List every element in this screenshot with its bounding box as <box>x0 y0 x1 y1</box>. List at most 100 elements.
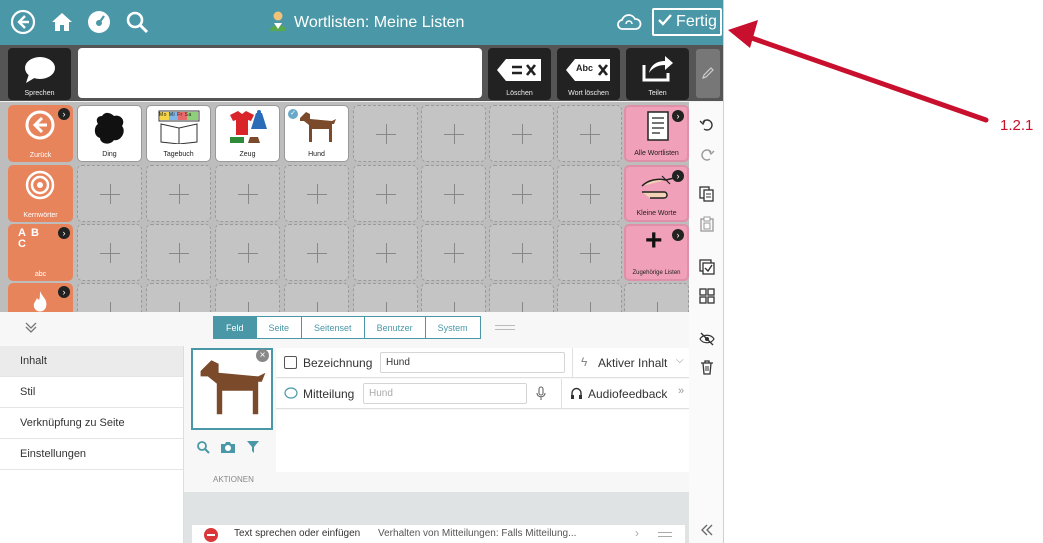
cloud-sync-icon[interactable] <box>614 7 644 37</box>
copy-icon[interactable] <box>697 184 717 204</box>
side-menu-item-stil[interactable]: Stil <box>0 377 183 408</box>
word-cell-zeug[interactable]: Zeug <box>215 105 280 162</box>
trash-icon[interactable] <box>697 357 717 377</box>
empty-cell[interactable] <box>421 105 486 162</box>
tab-seite[interactable]: Seite <box>256 316 303 339</box>
side-menu-item-inhalt[interactable]: Inhalt <box>0 346 183 377</box>
empty-cell[interactable] <box>557 224 622 281</box>
side-menu-item-verknuepfung[interactable]: Verknüpfung zu Seite <box>0 408 183 439</box>
resize-handle[interactable] <box>495 325 515 330</box>
remove-image-icon[interactable]: × <box>256 349 269 362</box>
action-row[interactable]: Text sprechen oder einfügen Verhalten vo… <box>192 524 685 543</box>
select-cells-icon[interactable] <box>697 286 717 306</box>
word-cell-ding[interactable]: Ding <box>77 105 142 162</box>
empty-cell[interactable] <box>146 165 211 222</box>
empty-cell[interactable] <box>146 224 211 281</box>
word-cell-hund[interactable]: ✓ Hund <box>284 105 349 162</box>
collapse-left-icon[interactable] <box>697 520 717 540</box>
speak-button[interactable]: Sprechen <box>8 48 71 100</box>
empty-cell[interactable] <box>353 165 418 222</box>
link-indicator-icon: › <box>58 286 70 298</box>
hide-icon[interactable] <box>697 329 717 349</box>
redo-icon[interactable] <box>697 144 717 164</box>
label-input[interactable]: Hund <box>380 352 565 373</box>
drag-handle-icon[interactable] <box>658 532 672 537</box>
search-image-icon[interactable] <box>194 438 212 456</box>
empty-cell[interactable] <box>77 283 142 312</box>
double-chevron-down-icon: » <box>678 385 685 397</box>
side-menu-item-einstellungen[interactable]: Einstellungen <box>0 439 183 470</box>
empty-cell[interactable] <box>421 224 486 281</box>
empty-cell[interactable] <box>284 283 349 312</box>
tab-seitenset[interactable]: Seitenset <box>302 316 365 339</box>
undo-icon[interactable] <box>697 114 717 134</box>
nav-more-button[interactable]: › <box>8 283 73 312</box>
label-field-icon <box>284 356 297 369</box>
microphone-icon[interactable] <box>536 386 546 404</box>
clear-button[interactable]: Löschen <box>488 48 551 100</box>
empty-cell[interactable] <box>489 105 554 162</box>
camera-icon[interactable] <box>219 438 237 456</box>
empty-cell[interactable] <box>421 283 486 312</box>
empty-cell[interactable] <box>146 283 211 312</box>
nav-back-button[interactable]: › Zurück <box>8 105 73 162</box>
link-indicator-icon: › <box>58 108 70 120</box>
empty-cell[interactable] <box>215 283 280 312</box>
empty-cell[interactable] <box>489 283 554 312</box>
message-input[interactable]: Hund <box>363 383 527 404</box>
empty-cell[interactable] <box>624 283 689 312</box>
tab-feld[interactable]: Feld <box>213 316 257 339</box>
nav-core-words-button[interactable]: Kernwörter <box>8 165 73 222</box>
back-arrow-icon <box>25 110 55 140</box>
active-content-dropdown[interactable]: Aktiver Inhalt <box>598 356 667 370</box>
tab-benutzer[interactable]: Benutzer <box>364 316 426 339</box>
message-field[interactable] <box>78 48 482 98</box>
done-button[interactable]: Fertig <box>652 8 722 36</box>
back-icon[interactable] <box>8 7 38 37</box>
delete-word-button-label: Wort löschen <box>568 90 609 97</box>
empty-cell[interactable] <box>284 224 349 281</box>
collapse-panel-icon[interactable] <box>24 320 38 337</box>
word-cell-tagebuch[interactable]: Mo Mi Fr Sa Tagebuch <box>146 105 211 162</box>
remove-action-icon[interactable] <box>204 528 218 542</box>
small-words-button[interactable]: › Kleine Worte <box>624 165 689 222</box>
delete-word-button[interactable]: Abc Wort löschen <box>557 48 620 100</box>
message-bar: Sprechen Löschen Abc Wort löschen Teilen <box>0 45 723 101</box>
empty-cell[interactable] <box>77 165 142 222</box>
home-icon[interactable] <box>47 7 77 37</box>
empty-cell[interactable] <box>557 105 622 162</box>
audio-feedback-dropdown[interactable]: Audiofeedback <box>588 387 667 401</box>
link-indicator-icon: › <box>672 170 684 182</box>
page-title: Wortlisten: Meine Listen <box>268 10 464 36</box>
clear-icon <box>497 59 541 81</box>
edit-toggle-button[interactable] <box>696 49 720 98</box>
empty-cell[interactable] <box>353 105 418 162</box>
share-button[interactable]: Teilen <box>626 48 689 100</box>
filter-icon[interactable] <box>244 438 262 456</box>
pinch-hand-icon <box>641 175 675 199</box>
headphones-icon <box>570 387 583 403</box>
all-wordlists-button[interactable]: › Alle Wortlisten <box>624 105 689 162</box>
empty-cell[interactable] <box>557 165 622 222</box>
empty-cell[interactable] <box>489 165 554 222</box>
empty-cell[interactable] <box>353 224 418 281</box>
empty-cell[interactable] <box>215 165 280 222</box>
edit-toolbar <box>689 102 723 543</box>
nav-abc-button[interactable]: ABC › abc <box>8 224 73 281</box>
empty-cell[interactable] <box>489 224 554 281</box>
paste-icon[interactable] <box>697 214 717 234</box>
lightning-icon: ϟ <box>581 355 588 369</box>
empty-cell[interactable] <box>353 283 418 312</box>
tab-system[interactable]: System <box>425 316 481 339</box>
empty-cell[interactable] <box>215 224 280 281</box>
dashboard-icon[interactable] <box>84 7 114 37</box>
link-indicator-icon: › <box>672 229 684 241</box>
select-all-icon[interactable] <box>697 257 717 277</box>
related-lists-button[interactable]: + › Zugehörige Listen <box>624 224 689 281</box>
empty-cell[interactable] <box>284 165 349 222</box>
empty-cell[interactable] <box>421 165 486 222</box>
empty-cell[interactable] <box>77 224 142 281</box>
search-icon[interactable] <box>122 7 152 37</box>
related-lists-label: Zugehörige Listen <box>632 270 681 276</box>
empty-cell[interactable] <box>557 283 622 312</box>
